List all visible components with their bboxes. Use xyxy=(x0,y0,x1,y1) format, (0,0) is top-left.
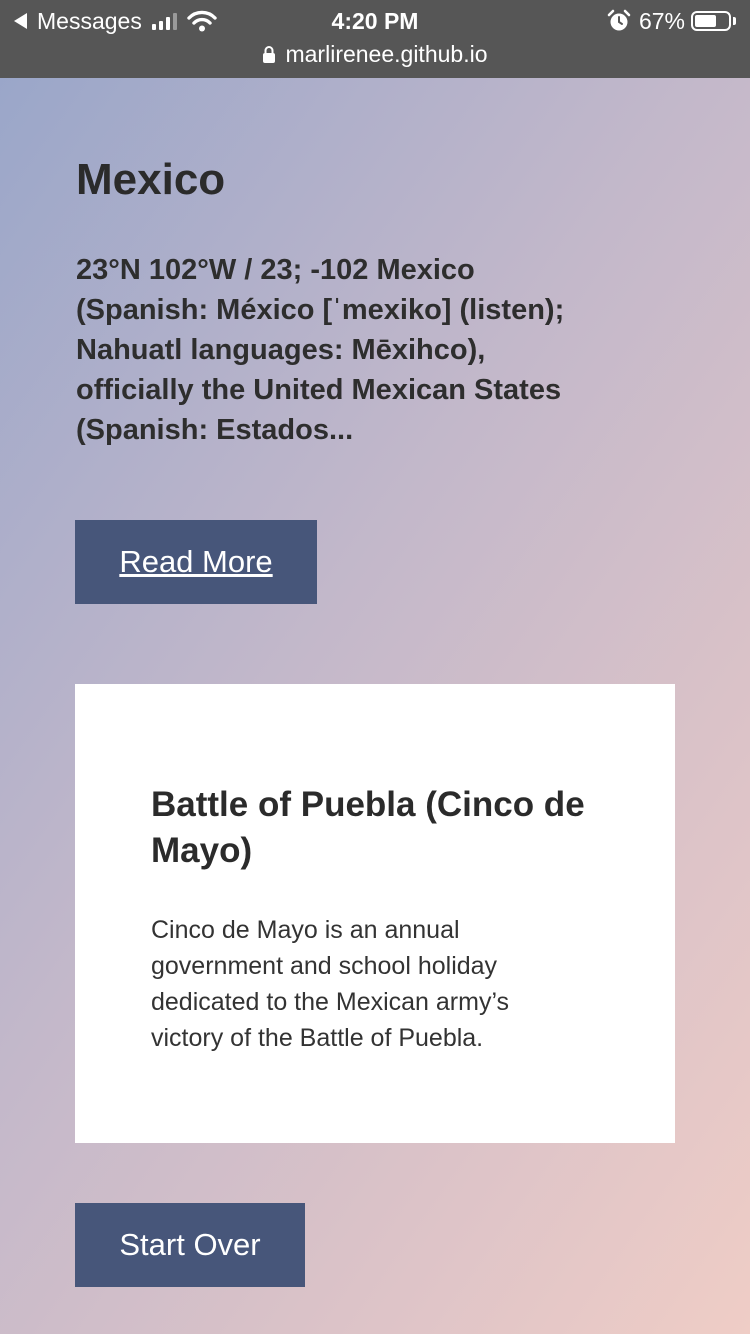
holiday-description: Cinco de Mayo is an annual government an… xyxy=(151,916,510,1052)
read-more-button[interactable]: Read More xyxy=(75,520,317,604)
battery-icon xyxy=(691,11,736,31)
holiday-title: Battle of Puebla (Cinco de Mayo) xyxy=(151,785,585,870)
address-bar[interactable]: marlirenee.github.io xyxy=(0,38,750,70)
country-summary: 23°N 102°W / 23; -102 Mexico (Spanish: M… xyxy=(76,254,565,446)
holiday-card: Battle of Puebla (Cinco de Mayo) Cinco d… xyxy=(75,684,675,1143)
lock-icon xyxy=(263,46,276,63)
battery-percent: 67% xyxy=(638,7,685,34)
url-text: marlirenee.github.io xyxy=(285,40,488,67)
alarm-icon xyxy=(607,9,631,31)
start-over-label: Start Over xyxy=(119,1227,261,1262)
read-more-label: Read More xyxy=(119,544,273,579)
country-title: Mexico xyxy=(76,155,226,204)
status-bar: Messages 4:20 PM 67% marlirenee.github.i… xyxy=(0,0,750,78)
start-over-button[interactable]: Start Over xyxy=(75,1203,305,1287)
battery-fill xyxy=(695,15,717,27)
